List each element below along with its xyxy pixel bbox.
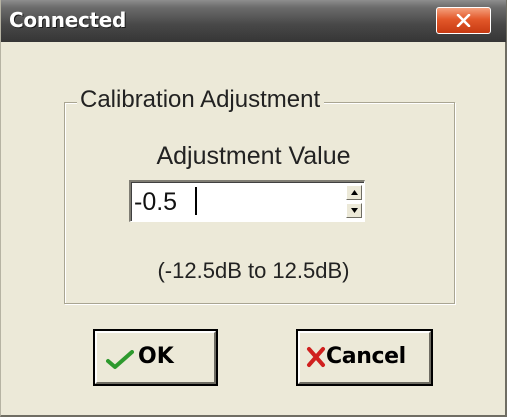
adjustment-value-label: Adjustment Value xyxy=(156,142,351,170)
text-caret xyxy=(195,187,197,215)
close-button[interactable] xyxy=(436,7,491,34)
ok-button-label: OK xyxy=(138,344,174,369)
arrow-down-icon xyxy=(351,208,358,213)
close-x-icon xyxy=(456,14,471,27)
window-title: Connected xyxy=(9,8,127,32)
checkmark-icon xyxy=(106,350,134,369)
title-bar[interactable]: Connected xyxy=(1,0,506,42)
ok-button[interactable]: OK xyxy=(93,329,218,386)
arrow-up-icon xyxy=(351,190,358,195)
spin-down-button[interactable] xyxy=(346,203,362,218)
spin-up-button[interactable] xyxy=(346,185,362,200)
range-label: (-12.5dB to 12.5dB) xyxy=(157,258,350,283)
adjustment-value-spinbox xyxy=(129,180,365,222)
cancel-button-label: Cancel xyxy=(326,344,406,369)
x-icon xyxy=(307,347,325,367)
calibration-group-title: Calibration Adjustment xyxy=(77,86,325,114)
adjustment-value-input[interactable] xyxy=(134,185,339,219)
dialog-window: Connected Calibration Adjustment Adjustm… xyxy=(0,0,507,417)
cancel-button[interactable]: Cancel xyxy=(296,329,433,386)
